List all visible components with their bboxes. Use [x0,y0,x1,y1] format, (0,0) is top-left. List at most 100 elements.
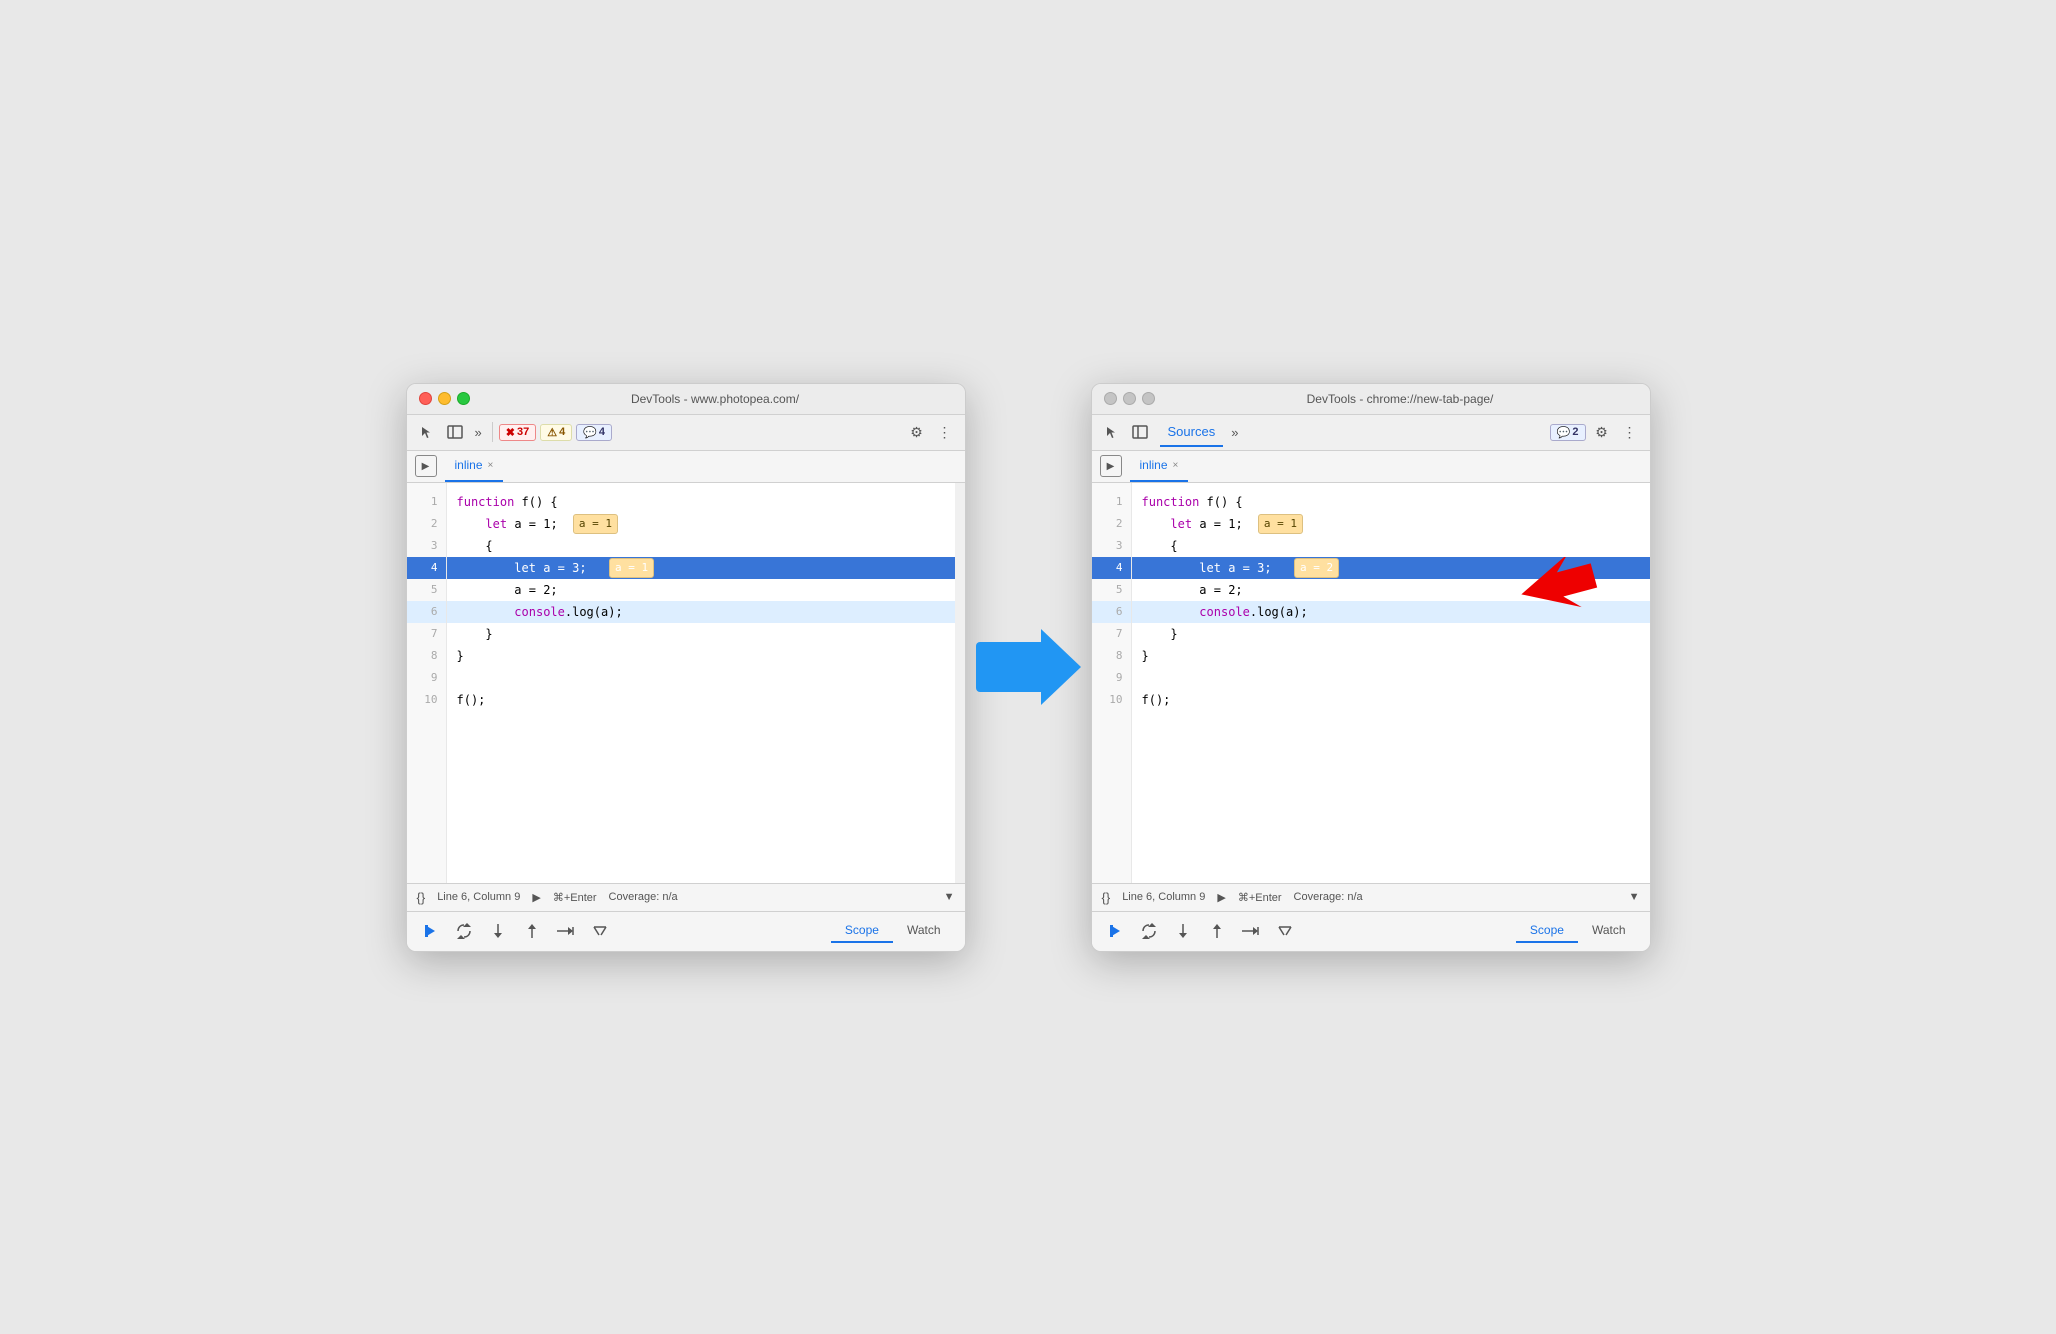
watch-tab[interactable]: Watch [893,919,955,943]
code-text-7: } [457,623,493,645]
step-out-icon-2[interactable] [1204,918,1230,944]
step-over-icon-2[interactable] [1136,918,1162,944]
code-line-9 [447,667,955,689]
close-button-2[interactable] [1104,392,1117,405]
tab-label: inline [455,458,483,472]
keyword-2-4: let [1199,557,1221,579]
code-text-6b: .log(a); [565,601,623,623]
blackbox-icon[interactable] [587,918,613,944]
bottom-tabs-1: Scope Watch [831,919,955,943]
more-panels-button[interactable]: » [471,423,486,442]
cursor-icon-2[interactable] [1100,420,1124,444]
keyword-2: let [485,513,507,535]
cursor-icon[interactable] [415,420,439,444]
format-icon-2[interactable]: {} [1102,890,1111,905]
sources-tab[interactable]: Sources [1160,418,1224,447]
message-icon: 💬 [583,426,597,439]
message-badge[interactable]: 💬 4 [576,424,612,441]
line-num-2-8: 8 [1092,645,1131,667]
resume-icon-2[interactable] [1102,918,1128,944]
error-badge[interactable]: ✖ 37 [499,424,536,441]
panel-icon-2[interactable] [1128,420,1152,444]
settings-icon[interactable]: ⚙ [905,420,929,444]
step-icon[interactable] [553,918,579,944]
error-count: 37 [517,426,529,438]
code-line-8: } [447,645,955,667]
tab-close-button[interactable]: × [488,460,494,471]
step-out-icon[interactable] [519,918,545,944]
code-text-2-3: { [1142,535,1178,557]
code-text-2-10: f(); [1142,689,1171,711]
settings-icon-2[interactable]: ⚙ [1590,420,1614,444]
code-line-3: { [447,535,955,557]
warning-count: 4 [559,426,565,438]
minimize-button[interactable] [438,392,451,405]
run-icon[interactable]: ▶ [415,455,437,477]
line-num-5: 5 [407,579,446,601]
code-text-10: f(); [457,689,486,711]
step-into-icon-2[interactable] [1170,918,1196,944]
warning-icon: ⚠ [547,426,557,439]
error-icon: ✖ [506,426,515,439]
format-icon[interactable]: {} [417,890,426,905]
toolbar-1: » ✖ 37 ⚠ 4 💬 4 ⚙ ⋮ [407,415,965,451]
message-badge-2[interactable]: 💬 2 [1550,424,1586,441]
line-num-2-9: 9 [1092,667,1131,689]
scope-tab-2[interactable]: Scope [1516,919,1578,943]
code-text-2-2: a = 1; [1192,513,1250,535]
badge-group: ✖ 37 ⚠ 4 💬 4 [499,424,612,441]
expand-icon-2[interactable]: ▼ [1629,891,1640,903]
code-area-1: 1 2 3 4 5 6 7 8 9 10 function f() { let … [407,483,965,883]
code-line-2-9 [1132,667,1650,689]
line-num-1: 1 [407,491,446,513]
title-bar-2: DevTools - chrome://new-tab-page/ [1092,384,1650,415]
step-into-icon[interactable] [485,918,511,944]
resume-icon[interactable] [417,918,443,944]
traffic-lights-2 [1104,392,1155,405]
code-text-5: a = 2; [457,579,558,601]
inline-tab[interactable]: inline × [445,450,504,482]
keyword-4: let [514,557,536,579]
blackbox-icon-2[interactable] [1272,918,1298,944]
more-panels-button-2[interactable]: » [1227,423,1242,442]
more-options-icon-2[interactable]: ⋮ [1618,420,1642,444]
line-num-2-3: 3 [1092,535,1131,557]
code-text-1: f() { [514,491,557,513]
title-bar-1: DevTools - www.photopea.com/ [407,384,965,415]
code-text-2-7: } [1142,623,1178,645]
code-text-2: a = 1; [507,513,565,535]
warning-badge[interactable]: ⚠ 4 [540,424,572,441]
tab-close-button-2[interactable]: × [1173,460,1179,471]
sources-tab-container: Sources [1160,418,1224,447]
maximize-button-2[interactable] [1142,392,1155,405]
code-line-2-8: } [1132,645,1650,667]
more-options-icon[interactable]: ⋮ [933,420,957,444]
watch-tab-2[interactable]: Watch [1578,919,1640,943]
minimize-button-2[interactable] [1123,392,1136,405]
message-count: 4 [599,426,605,438]
position-label-2: Line 6, Column 9 [1122,891,1205,903]
run-icon-2[interactable]: ▶ [1100,455,1122,477]
tab-bar-1: ▶ inline × [407,451,965,483]
traffic-lights-1 [419,392,470,405]
scrollbar-1[interactable] [955,483,965,883]
step-over-icon[interactable] [451,918,477,944]
inline-tab-2[interactable]: inline × [1130,450,1189,482]
value-badge-4: a = 1 [609,558,654,578]
line-num-2-4: 4 [1092,557,1131,579]
line-num-8: 8 [407,645,446,667]
panel-icon[interactable] [443,420,467,444]
devtools-window-2: DevTools - chrome://new-tab-page/ Source… [1091,383,1651,952]
code-line-2-7: } [1132,623,1650,645]
status-bar-2: {} Line 6, Column 9 ▶ ⌘+Enter Coverage: … [1092,883,1650,911]
position-label: Line 6, Column 9 [437,891,520,903]
scope-tab[interactable]: Scope [831,919,893,943]
step-icon-2[interactable] [1238,918,1264,944]
maximize-button[interactable] [457,392,470,405]
line-numbers-1: 1 2 3 4 5 6 7 8 9 10 [407,483,447,883]
expand-icon[interactable]: ▼ [944,891,955,903]
close-button[interactable] [419,392,432,405]
line-num-2-1: 1 [1092,491,1131,513]
tab-label-2: inline [1140,458,1168,472]
code-lines-1: function f() { let a = 1; a = 1 { let a … [447,483,955,883]
